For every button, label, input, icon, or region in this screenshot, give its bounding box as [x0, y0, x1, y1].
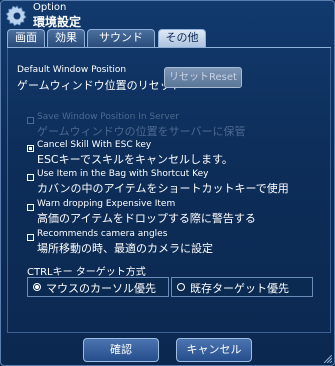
radio-label: 既存ターゲット優先 [190, 282, 289, 295]
tab-sound[interactable]: サウンド [87, 29, 155, 47]
radio-label: マウスのカーソル優先 [46, 282, 156, 295]
option-label-en: Warn dropping Expensive Item [37, 199, 176, 209]
window-title-en: Option [33, 2, 67, 13]
save-window-position-checkbox[interactable] [27, 117, 34, 124]
cancel-button[interactable]: キャンセル [176, 338, 252, 362]
reset-label-en: Default Window Position [17, 65, 127, 75]
ok-button[interactable]: 確認 [83, 338, 159, 362]
option-label-jp: ESCキーでスキルをキャンセルします。 [37, 153, 233, 166]
cancel-skill-esc-checkbox[interactable] [27, 145, 34, 152]
resize-grip-icon[interactable] [324, 355, 332, 363]
tab-bar: 画面 効果 サウンド その他 [7, 29, 331, 48]
title-bar[interactable]: Option 環境設定 [1, 1, 335, 29]
option-label-en: Save Window Position In Server [37, 112, 179, 122]
reset-label-jp: ゲームウィンドウ位置のリセット [17, 79, 182, 92]
use-item-shortcut-checkbox[interactable] [27, 174, 34, 181]
radio-mouse-cursor-priority[interactable]: マウスのカーソル優先 [27, 277, 169, 297]
reset-button[interactable]: リセットReset [164, 67, 242, 88]
tab-display[interactable]: 画面 [7, 29, 45, 47]
option-label-jp: 高価のアイテムをドロップする際に警告する [37, 212, 256, 225]
warn-drop-expensive-checkbox[interactable] [27, 204, 34, 211]
option-label-en: Use Item in the Bag with Shortcut Key [37, 169, 209, 179]
tab-other[interactable]: その他 [158, 29, 206, 48]
tab-effects[interactable]: 効果 [47, 29, 85, 47]
gear-icon [5, 5, 27, 27]
option-label-en: Cancel Skill With ESC key [37, 140, 152, 150]
ctrl-target-mode-title: CTRLキー ターゲット方式 [27, 267, 146, 278]
radio-dot[interactable] [177, 283, 185, 291]
radio-existing-target-priority[interactable]: 既存ターゲット優先 [171, 277, 313, 297]
option-window: Option 環境設定 画面 効果 サウンド その他 Default Windo… [0, 0, 335, 366]
option-label-en: Recommends camera angles [37, 229, 168, 239]
radio-dot-selected[interactable] [33, 283, 41, 291]
option-label-jp: ゲームウィンドウの位置をサーバーに保管 [37, 125, 246, 138]
option-label-jp: 場所移動の時、最適のカメラに設定 [37, 242, 213, 255]
window-title-jp: 環境設定 [33, 15, 82, 29]
recommend-camera-checkbox[interactable] [27, 234, 34, 241]
option-label-jp: カバンの中のアイテムをショートカットキーで使用 [37, 182, 289, 195]
